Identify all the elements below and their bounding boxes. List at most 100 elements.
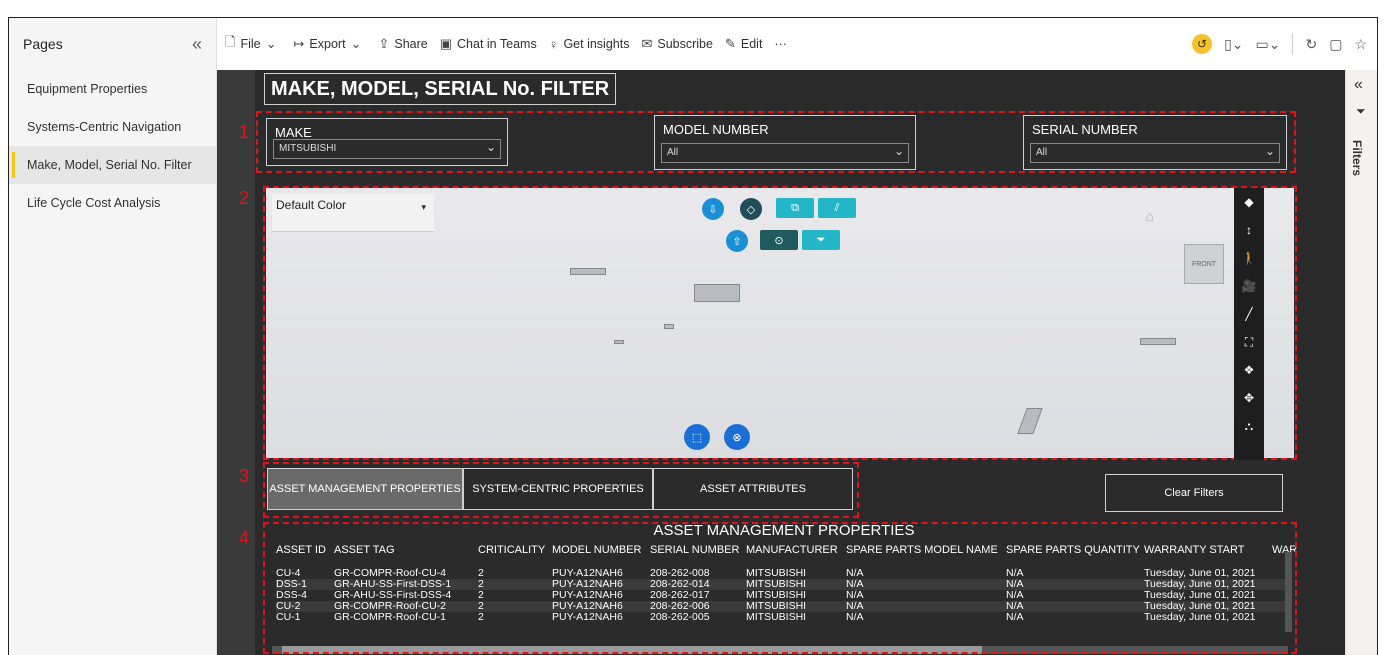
clear-filter-button[interactable]: ⊗ — [724, 424, 750, 450]
serial-value: All — [1036, 147, 1048, 158]
file-menu-button[interactable]: 🗋 File ⌄ — [225, 33, 282, 55]
sidebar-item-label: Systems-Centric Navigation — [27, 120, 182, 134]
down-arrow-button[interactable]: ⇩ — [702, 198, 724, 220]
filter-button[interactable]: ⏷ — [802, 230, 840, 250]
tab-system-centric-properties[interactable]: SYSTEM-CENTRIC PROPERTIES — [463, 468, 653, 510]
export-label: Export — [309, 37, 346, 51]
region-number: 2 — [239, 188, 250, 208]
file-label: File — [240, 37, 261, 51]
sidebar-item-label: Equipment Properties — [27, 82, 148, 96]
refresh-icon[interactable]: ↻ — [1305, 36, 1317, 53]
serial-dropdown[interactable]: All ⌄ — [1030, 143, 1280, 163]
model-value: All — [667, 147, 679, 158]
sidebar-item-make-model-serial-filter[interactable]: Make, Model, Serial No. Filter — [9, 146, 216, 184]
section-button[interactable]: ⫽ — [818, 198, 856, 218]
clear-filters-button[interactable]: Clear Filters — [1105, 474, 1283, 512]
settings-icon[interactable]: ✥ — [1234, 384, 1264, 412]
region-number: 3 — [239, 466, 250, 486]
reset-icon[interactable]: ↺ — [1192, 34, 1213, 54]
model-object — [694, 284, 740, 302]
export-icon: ↦ — [293, 36, 305, 51]
pages-sidebar: Pages « Equipment Properties Systems-Cen… — [9, 18, 217, 655]
toolbar-divider — [1292, 33, 1294, 55]
filters-pane[interactable]: « ⏷ Filters — [1345, 70, 1377, 655]
page-title: MAKE, MODEL, SERIAL No. FILTER — [264, 73, 617, 105]
model-number-slicer[interactable]: MODEL NUMBER All ⌄ — [654, 115, 916, 170]
app-window: Pages « Equipment Properties Systems-Cen… — [8, 17, 1378, 655]
home-icon[interactable]: ⌂ — [1146, 208, 1154, 224]
sidebar-item-label: Life Cycle Cost Analysis — [27, 196, 161, 210]
walk-icon[interactable]: 🚶 — [1234, 244, 1264, 272]
sidebar-item-label: Make, Model, Serial No. Filter — [27, 158, 192, 172]
sidebar-item-life-cycle-cost-analysis[interactable]: Life Cycle Cost Analysis — [9, 184, 216, 222]
share-button[interactable]: ⇪ Share — [378, 36, 427, 52]
view-icon[interactable]: ▭⌄ — [1256, 36, 1281, 53]
model-object — [1140, 338, 1176, 345]
3d-model-viewer[interactable]: Default Color ▾ ⇩ ◇ ⧉ ⫽ ⇧ ⊙ ⏷ ⬚ ⊗ ⌂ FRONT… — [266, 188, 1294, 460]
model-object — [570, 268, 606, 275]
make-dropdown[interactable]: MITSUBISHI ⌄ — [273, 139, 501, 159]
more-options-button[interactable]: ··· — [774, 37, 787, 51]
get-insights-button[interactable]: ♀ Get insights — [549, 37, 630, 52]
funnel-icon: ⏷ — [1356, 104, 1366, 118]
expand-filters-icon[interactable]: « — [1354, 76, 1363, 94]
orbit-icon[interactable]: ◆ — [1234, 188, 1264, 216]
share-label: Share — [394, 37, 428, 51]
share-icon: ⇪ — [378, 36, 390, 51]
chat-in-teams-button[interactable]: ▣ Chat in Teams — [440, 36, 537, 52]
make-value: MITSUBISHI — [279, 143, 337, 154]
sidebar-item-equipment-properties[interactable]: Equipment Properties — [9, 70, 216, 108]
target-button[interactable]: ◇ — [740, 198, 762, 220]
serial-slicer-label: SERIAL NUMBER — [1032, 122, 1138, 137]
pan-icon[interactable]: ↕ — [1234, 216, 1264, 244]
camera-icon[interactable]: 🎥 — [1234, 272, 1264, 300]
chevron-down-icon: ▾ — [421, 202, 426, 212]
tab-asset-attributes[interactable]: ASSET ATTRIBUTES — [653, 468, 853, 510]
annotation-box-table — [263, 522, 1297, 654]
filters-label: Filters — [1350, 140, 1364, 177]
report-toolbar: 🗋 File ⌄ ↦ Export ⌄ ⇪ Share ▣ Chat in Teams ♀ G… — [217, 18, 1377, 70]
explode-icon[interactable]: ❖ — [1234, 356, 1264, 384]
tab-label: ASSET ATTRIBUTES — [700, 483, 806, 495]
copy-view-button[interactable]: ⧉ — [776, 198, 814, 218]
pencil-icon: ✎ — [724, 36, 736, 51]
view-cube[interactable]: FRONT — [1184, 244, 1224, 284]
tab-label: SYSTEM-CENTRIC PROPERTIES — [472, 483, 644, 495]
subscribe-button[interactable]: ✉ Subscribe — [641, 36, 713, 52]
model-tree-icon[interactable]: ⛬ — [1234, 412, 1264, 440]
tab-bar: ASSET MANAGEMENT PROPERTIES SYSTEM-CENTR… — [267, 468, 853, 512]
color-select-value: Default Color — [276, 198, 347, 212]
toolbar-right-group: ↺ ▯⌄ ▭⌄ ↻ ▢ ☆ — [1192, 18, 1367, 70]
sidebar-item-systems-centric-navigation[interactable]: Systems-Centric Navigation — [9, 108, 216, 146]
bookmark-icon[interactable]: ▯⌄ — [1224, 36, 1243, 53]
model-object — [1017, 408, 1043, 434]
comment-icon[interactable]: ▢ — [1329, 36, 1342, 53]
chat-label: Chat in Teams — [457, 37, 537, 51]
chevron-down-icon: ⌄ — [265, 36, 277, 51]
model-object — [614, 340, 624, 344]
serial-number-slicer[interactable]: SERIAL NUMBER All ⌄ — [1023, 115, 1287, 170]
clear-filters-label: Clear Filters — [1164, 487, 1224, 499]
color-select[interactable]: Default Color ▾ — [272, 194, 434, 232]
sidebar-header: Pages « — [9, 18, 216, 70]
focus-button[interactable]: ⊙ — [760, 230, 798, 250]
up-arrow-button[interactable]: ⇧ — [726, 230, 748, 252]
model-slicer-label: MODEL NUMBER — [663, 122, 769, 137]
edit-button[interactable]: ✎ Edit — [725, 36, 762, 52]
export-menu-button[interactable]: ↦ Export ⌄ — [294, 36, 367, 52]
model-dropdown[interactable]: All ⌄ — [661, 143, 909, 163]
make-slicer[interactable]: MAKE MITSUBISHI ⌄ — [266, 118, 508, 166]
collapse-sidebar-icon[interactable]: « — [192, 34, 202, 55]
section-icon[interactable]: ⛶ — [1234, 328, 1264, 356]
region-number: 4 — [239, 528, 250, 548]
insights-label: Get insights — [563, 37, 630, 51]
cube-face-label: FRONT — [1191, 261, 1217, 268]
measure-icon[interactable]: ╱ — [1234, 300, 1264, 328]
subscribe-label: Subscribe — [657, 37, 713, 51]
select-box-button[interactable]: ⬚ — [684, 424, 710, 450]
favorite-icon[interactable]: ☆ — [1354, 36, 1367, 53]
sidebar-title: Pages — [23, 36, 63, 52]
tab-asset-management-properties[interactable]: ASSET MANAGEMENT PROPERTIES — [267, 468, 463, 510]
region-number: 1 — [239, 122, 250, 142]
model-object — [664, 324, 674, 329]
